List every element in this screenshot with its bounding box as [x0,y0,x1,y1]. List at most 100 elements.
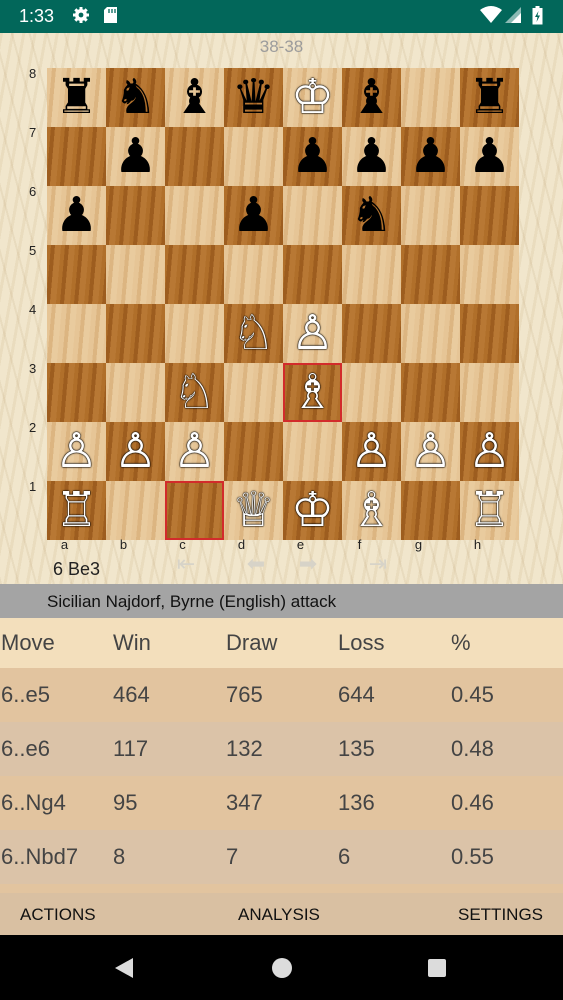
white-rook-icon[interactable]: ♖ [460,481,519,540]
white-king-icon[interactable]: ♔ [283,68,342,127]
settings-button[interactable]: SETTINGS [458,905,543,925]
black-rook-icon[interactable]: ♜ [47,68,106,127]
square-a5[interactable] [47,245,106,304]
white-pawn-icon[interactable]: ♙ [342,422,401,481]
square-a3[interactable] [47,363,106,422]
black-queen-icon[interactable]: ♛ [224,68,283,127]
white-bishop-icon[interactable]: ♗ [342,481,401,540]
square-h3[interactable] [460,363,519,422]
first-move-icon[interactable]: ⇤ [168,553,204,575]
white-pawn-icon[interactable]: ♙ [106,422,165,481]
chess-board[interactable]: ♜ ♞ ♝ ♛ ♔ ♝ ♜ ♟ ♟ ♟ ♟ ♟ ♟ ♟ ♞ ♘ ♙ ♘ ♗ ♙ ♙ ♙ ♙ ♙ ♙ ♖ ♕ ♔ ♗ ♖ [47,68,519,540]
loss-cell: 644 [338,682,375,707]
square-d5[interactable] [224,245,283,304]
black-pawn-icon[interactable]: ♟ [342,127,401,186]
white-knight-icon[interactable]: ♘ [224,304,283,363]
black-bishop-icon[interactable]: ♝ [165,68,224,127]
percent-cell: 0.48 [451,736,494,761]
white-pawn-icon[interactable]: ♙ [165,422,224,481]
white-queen-icon[interactable]: ♕ [224,481,283,540]
white-pawn-icon[interactable]: ♙ [401,422,460,481]
black-knight-icon[interactable]: ♞ [106,68,165,127]
square-f5[interactable] [342,245,401,304]
actions-button[interactable]: ACTIONS [20,905,96,925]
square-g6[interactable] [401,186,460,245]
square-f3[interactable] [342,363,401,422]
rank-label: 7 [29,125,37,140]
analysis-button[interactable]: ANALYSIS [238,905,320,925]
square-h6[interactable] [460,186,519,245]
black-pawn-icon[interactable]: ♟ [47,186,106,245]
draw-cell: 132 [226,736,263,761]
square-b4[interactable] [106,304,165,363]
square-a7[interactable] [47,127,106,186]
square-g8[interactable] [401,68,460,127]
square-b5[interactable] [106,245,165,304]
rank-label: 8 [29,66,37,81]
white-bishop-icon[interactable]: ♗ [283,363,342,422]
table-row[interactable]: 6..Ng4 95 347 136 0.46 [0,776,563,830]
table-row[interactable]: 6..Nbd7 8 7 6 0.55 [0,830,563,884]
square-d3[interactable] [224,363,283,422]
header-draw: Draw [226,630,278,655]
back-icon[interactable] [113,957,135,984]
square-e5[interactable] [283,245,342,304]
square-c1[interactable] [165,481,224,540]
status-bar: 1:33 [0,0,563,33]
previous-move-icon[interactable]: ⬅ [238,553,274,575]
black-pawn-icon[interactable]: ♟ [224,186,283,245]
square-a4[interactable] [47,304,106,363]
black-pawn-icon[interactable]: ♟ [106,127,165,186]
win-cell: 117 [113,736,149,761]
square-h5[interactable] [460,245,519,304]
square-g3[interactable] [401,363,460,422]
black-knight-icon[interactable]: ♞ [342,186,401,245]
black-pawn-icon[interactable]: ♟ [401,127,460,186]
black-pawn-icon[interactable]: ♟ [283,127,342,186]
sd-card-icon [103,6,118,29]
black-pawn-icon[interactable]: ♟ [460,127,519,186]
file-label: f [357,537,362,552]
header-loss: Loss [338,630,385,655]
square-h4[interactable] [460,304,519,363]
square-c6[interactable] [165,186,224,245]
black-rook-icon[interactable]: ♜ [460,68,519,127]
square-g1[interactable] [401,481,460,540]
square-g5[interactable] [401,245,460,304]
win-cell: 464 [113,682,150,707]
white-pawn-icon[interactable]: ♙ [460,422,519,481]
white-knight-icon[interactable]: ♘ [165,363,224,422]
black-bishop-icon[interactable]: ♝ [342,68,401,127]
square-f4[interactable] [342,304,401,363]
last-move-icon[interactable]: ⇥ [360,553,396,575]
home-icon[interactable] [271,957,293,984]
move-cell: 6..Ng4 [1,790,66,815]
file-label: b [119,537,128,552]
square-b6[interactable] [106,186,165,245]
rank-label: 3 [29,361,37,376]
next-move-icon[interactable]: ➡ [290,553,326,575]
square-d7[interactable] [224,127,283,186]
square-c4[interactable] [165,304,224,363]
recents-icon[interactable] [427,958,447,983]
square-c7[interactable] [165,127,224,186]
white-pawn-icon[interactable]: ♙ [47,422,106,481]
table-row[interactable]: 6..e6 117 132 135 0.48 [0,722,563,776]
wifi-icon [480,6,502,29]
loss-cell: 136 [338,790,375,815]
square-c5[interactable] [165,245,224,304]
square-e2[interactable] [283,422,342,481]
square-b1[interactable] [106,481,165,540]
table-row[interactable]: 6..e5 464 765 644 0.45 [0,668,563,722]
battery-icon [532,6,543,30]
file-label: g [414,537,423,552]
square-g4[interactable] [401,304,460,363]
square-d2[interactable] [224,422,283,481]
white-rook-icon[interactable]: ♖ [47,481,106,540]
rank-label: 6 [29,184,37,199]
win-cell: 95 [113,790,138,815]
white-pawn-icon[interactable]: ♙ [283,304,342,363]
square-e6[interactable] [283,186,342,245]
white-king-icon[interactable]: ♔ [283,481,342,540]
square-b3[interactable] [106,363,165,422]
